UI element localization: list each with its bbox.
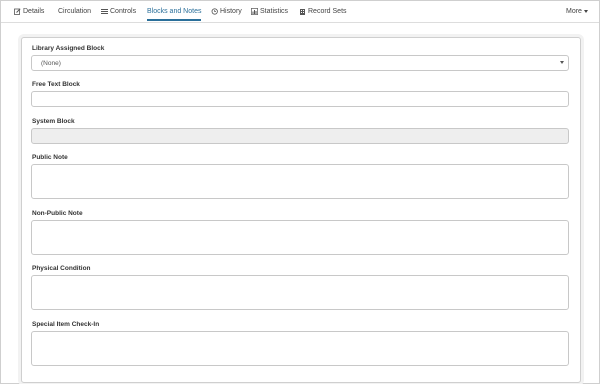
tab-blocks-and-notes[interactable]: Blocks and Notes — [147, 6, 202, 21]
blocks-notes-panel: Library Assigned Block (None) Free Text … — [21, 37, 581, 383]
non-public-note-textarea[interactable] — [31, 220, 569, 255]
system-block-input — [31, 128, 569, 144]
tab-statistics[interactable]: Statistics — [251, 6, 288, 19]
system-block-label: System Block — [32, 118, 75, 125]
tab-blocks-and-notes-label: Blocks and Notes — [147, 8, 202, 15]
physical-condition-textarea[interactable] — [31, 275, 569, 310]
tab-history-label: History — [220, 8, 242, 15]
list-icon — [101, 8, 108, 15]
public-note-label: Public Note — [32, 154, 68, 161]
tab-statistics-label: Statistics — [260, 8, 289, 15]
more-menu-button[interactable]: More — [566, 6, 588, 19]
special-checkin-textarea[interactable] — [31, 331, 569, 366]
tab-circulation-label: Circulation — [58, 8, 92, 15]
more-label: More — [566, 8, 582, 15]
tab-record-sets[interactable]: Record Sets — [299, 6, 347, 19]
app-frame: Details Circulation Controls Blocks and … — [0, 0, 600, 384]
tab-controls-label: Controls — [110, 8, 137, 15]
special-checkin-label: Special Item Check-In — [32, 321, 100, 328]
public-note-textarea[interactable] — [31, 164, 569, 199]
tab-record-sets-label: Record Sets — [308, 8, 347, 15]
caret-down-icon — [583, 10, 588, 13]
library-block-label: Library Assigned Block — [32, 45, 105, 52]
chevron-down-icon — [560, 61, 564, 64]
history-icon — [211, 8, 218, 15]
edit-icon — [14, 8, 21, 15]
bar-chart-icon — [251, 8, 258, 15]
library-block-selected: (None) — [41, 60, 61, 67]
non-public-note-label: Non-Public Note — [32, 210, 83, 217]
tab-details-label: Details — [23, 8, 45, 15]
tab-controls[interactable]: Controls — [101, 6, 136, 19]
free-text-input[interactable] — [31, 91, 569, 107]
physical-condition-label: Physical Condition — [32, 265, 91, 272]
building-icon — [299, 8, 306, 15]
tab-details[interactable]: Details — [14, 6, 44, 19]
tab-bar: Details Circulation Controls Blocks and … — [1, 1, 599, 23]
library-block-select[interactable]: (None) — [31, 55, 569, 71]
tab-circulation[interactable]: Circulation — [58, 6, 91, 19]
tab-history[interactable]: History — [211, 6, 242, 19]
free-text-label: Free Text Block — [32, 81, 80, 88]
